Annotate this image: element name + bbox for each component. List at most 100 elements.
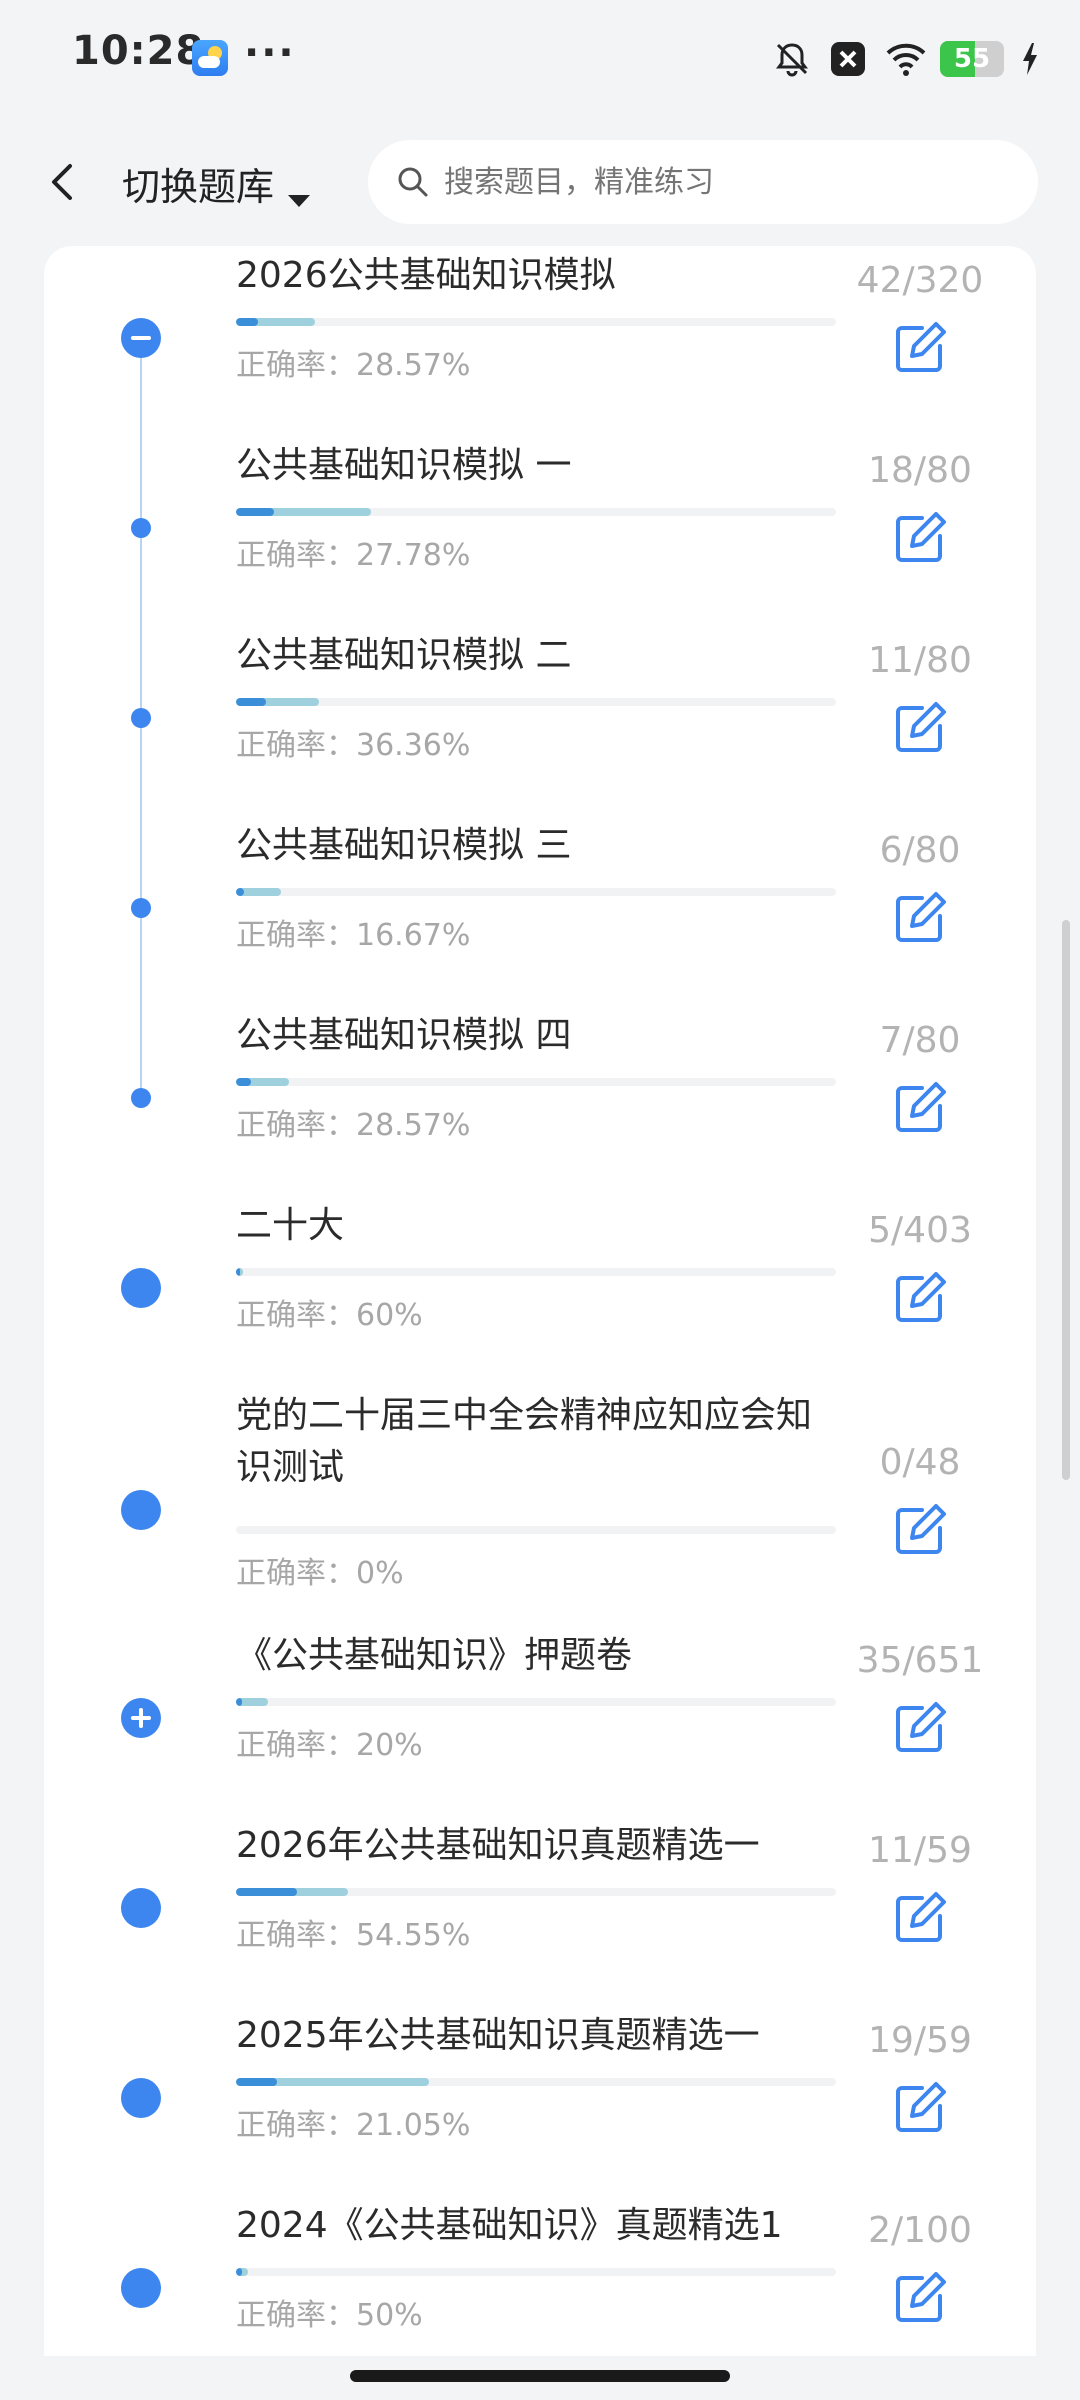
question-set-item[interactable]: 二十大 正确率：60% 5/403 <box>44 1196 1036 1386</box>
edit-practice-icon[interactable] <box>890 2268 950 2328</box>
accuracy-label: 正确率： <box>236 1556 356 1591</box>
question-set-item[interactable]: 公共基础知识模拟 一正确率：27.78% 18/80 <box>44 436 1036 626</box>
edit-practice-icon[interactable] <box>890 698 950 758</box>
accuracy-text: 正确率：21.05% <box>236 2100 470 2144</box>
answered-count: 19/59 <box>868 2020 972 2061</box>
answered-count: 35/651 <box>856 1640 984 1681</box>
switch-library-button[interactable]: 切换题库 <box>122 156 312 211</box>
answered-count: 2/100 <box>868 2210 972 2251</box>
accuracy-label: 正确率： <box>236 348 356 383</box>
question-set-title: 二十大 <box>236 1205 345 1246</box>
question-set-item[interactable]: 党的二十届三中全会精神应知应会知识测试 正确率：0% 0/48 <box>44 1386 1036 1626</box>
battery-level: 55 <box>953 44 991 74</box>
edit-practice-icon[interactable] <box>890 1888 950 1948</box>
accuracy-label: 正确率： <box>236 2108 356 2143</box>
accuracy-value: 28.57% <box>356 348 471 383</box>
answered-count: 6/80 <box>879 830 961 871</box>
question-set-item[interactable]: 公共基础知识模拟 二正确率：36.36% 11/80 <box>44 626 1036 816</box>
progress-correct-fill <box>236 888 244 896</box>
accuracy-value: 28.57% <box>356 1108 471 1143</box>
question-set-title: 2026年公共基础知识真题精选一 <box>236 1825 760 1866</box>
accuracy-value: 54.55% <box>356 1918 471 1953</box>
question-set-title: 党的二十届三中全会精神应知应会知识测试 <box>236 1395 813 1488</box>
child-node-dot-icon <box>131 518 151 538</box>
accuracy-value: 0% <box>356 1556 404 1591</box>
back-icon[interactable] <box>44 158 84 206</box>
close-box-icon <box>828 39 868 79</box>
scrollbar[interactable] <box>1062 920 1070 1480</box>
progress-bar <box>236 2078 836 2086</box>
accuracy-text: 正确率：28.57% <box>236 340 470 384</box>
answered-count: 7/80 <box>879 1020 961 1061</box>
accuracy-value: 16.67% <box>356 918 471 953</box>
progress-bar <box>236 1698 836 1706</box>
accuracy-label: 正确率： <box>236 918 356 953</box>
question-set-item[interactable]: 2026公共基础知识模拟 正确率：28.57% 42/320 <box>44 246 1036 436</box>
question-bank-list: 2026公共基础知识模拟 正确率：28.57% 42/320 公共基础知识模拟 一正确… <box>44 246 1036 2356</box>
edit-practice-icon[interactable] <box>890 1500 950 1560</box>
search-bar[interactable] <box>368 140 1038 224</box>
node-dot-icon <box>121 1888 161 1928</box>
progress-bar <box>236 318 836 326</box>
edit-practice-icon[interactable] <box>890 318 950 378</box>
question-set-title: 2025年公共基础知识真题精选一 <box>236 2015 760 2056</box>
edit-practice-icon[interactable] <box>890 1268 950 1328</box>
progress-bar <box>236 698 836 706</box>
progress-bar <box>236 508 836 516</box>
status-time: 10:28 <box>72 28 205 74</box>
accuracy-label: 正确率： <box>236 2298 356 2333</box>
answered-count: 11/59 <box>868 1830 972 1871</box>
collapse-minus-icon[interactable] <box>121 318 161 358</box>
accuracy-text: 正确率：16.67% <box>236 910 470 954</box>
accuracy-label: 正确率： <box>236 1728 356 1763</box>
progress-correct-fill <box>236 1078 252 1086</box>
status-bar: 10:28 ··· 55 <box>0 0 1080 118</box>
edit-practice-icon[interactable] <box>890 508 950 568</box>
progress-bar <box>236 2268 836 2276</box>
node-dot-icon <box>121 2268 161 2308</box>
accuracy-text: 正确率：54.55% <box>236 1910 470 1954</box>
home-indicator[interactable] <box>350 2370 730 2382</box>
accuracy-label: 正确率： <box>236 1108 356 1143</box>
question-set-item[interactable]: 2026年公共基础知识真题精选一 正确率：54.55% 11/59 <box>44 1816 1036 2006</box>
edit-practice-icon[interactable] <box>890 1698 950 1758</box>
status-icons: 55 <box>772 34 1040 84</box>
progress-bar <box>236 1888 836 1896</box>
question-set-title: 公共基础知识模拟 四 <box>236 1015 572 1056</box>
accuracy-value: 60% <box>356 1298 423 1333</box>
question-set-item[interactable]: 2025年公共基础知识真题精选一 正确率：21.05% 19/59 <box>44 2006 1036 2196</box>
progress-bar <box>236 888 836 896</box>
progress-correct-fill <box>236 698 267 706</box>
wifi-icon <box>884 39 926 79</box>
question-set-item[interactable]: 公共基础知识模拟 三正确率：16.67% 6/80 <box>44 816 1036 1006</box>
question-set-title: 公共基础知识模拟 二 <box>236 635 572 676</box>
accuracy-text: 正确率：50% <box>236 2290 423 2334</box>
accuracy-text: 正确率：36.36% <box>236 720 470 764</box>
progress-correct-fill <box>236 318 259 326</box>
charging-icon <box>1020 41 1040 77</box>
progress-correct-fill <box>236 2268 242 2276</box>
question-set-item[interactable]: 2024《公共基础知识》真题精选1 正确率：50% 2/100 <box>44 2196 1036 2356</box>
edit-practice-icon[interactable] <box>890 1078 950 1138</box>
accuracy-label: 正确率： <box>236 728 356 763</box>
accuracy-label: 正确率： <box>236 538 356 573</box>
accuracy-value: 20% <box>356 1728 423 1763</box>
weather-app-icon <box>192 40 228 76</box>
question-set-item[interactable]: 《公共基础知识》押题卷 正确率：20% 35/651 <box>44 1626 1036 1816</box>
search-icon <box>396 165 430 199</box>
node-dot-icon <box>121 1268 161 1308</box>
question-set-title: 2024《公共基础知识》真题精选1 <box>236 2205 783 2246</box>
expand-plus-icon[interactable] <box>121 1698 161 1738</box>
edit-practice-icon[interactable] <box>890 888 950 948</box>
question-set-item[interactable]: 公共基础知识模拟 四正确率：28.57% 7/80 <box>44 1006 1036 1196</box>
accuracy-label: 正确率： <box>236 1298 356 1333</box>
top-header: 切换题库 <box>0 118 1080 246</box>
more-notifications-icon: ··· <box>244 30 296 76</box>
search-input[interactable] <box>442 163 966 201</box>
node-dot-icon <box>121 2078 161 2118</box>
progress-correct-fill <box>236 1888 297 1896</box>
node-dot-icon <box>121 1490 161 1530</box>
progress-bar <box>236 1526 836 1534</box>
edit-practice-icon[interactable] <box>890 2078 950 2138</box>
battery-icon: 55 <box>940 41 1004 77</box>
